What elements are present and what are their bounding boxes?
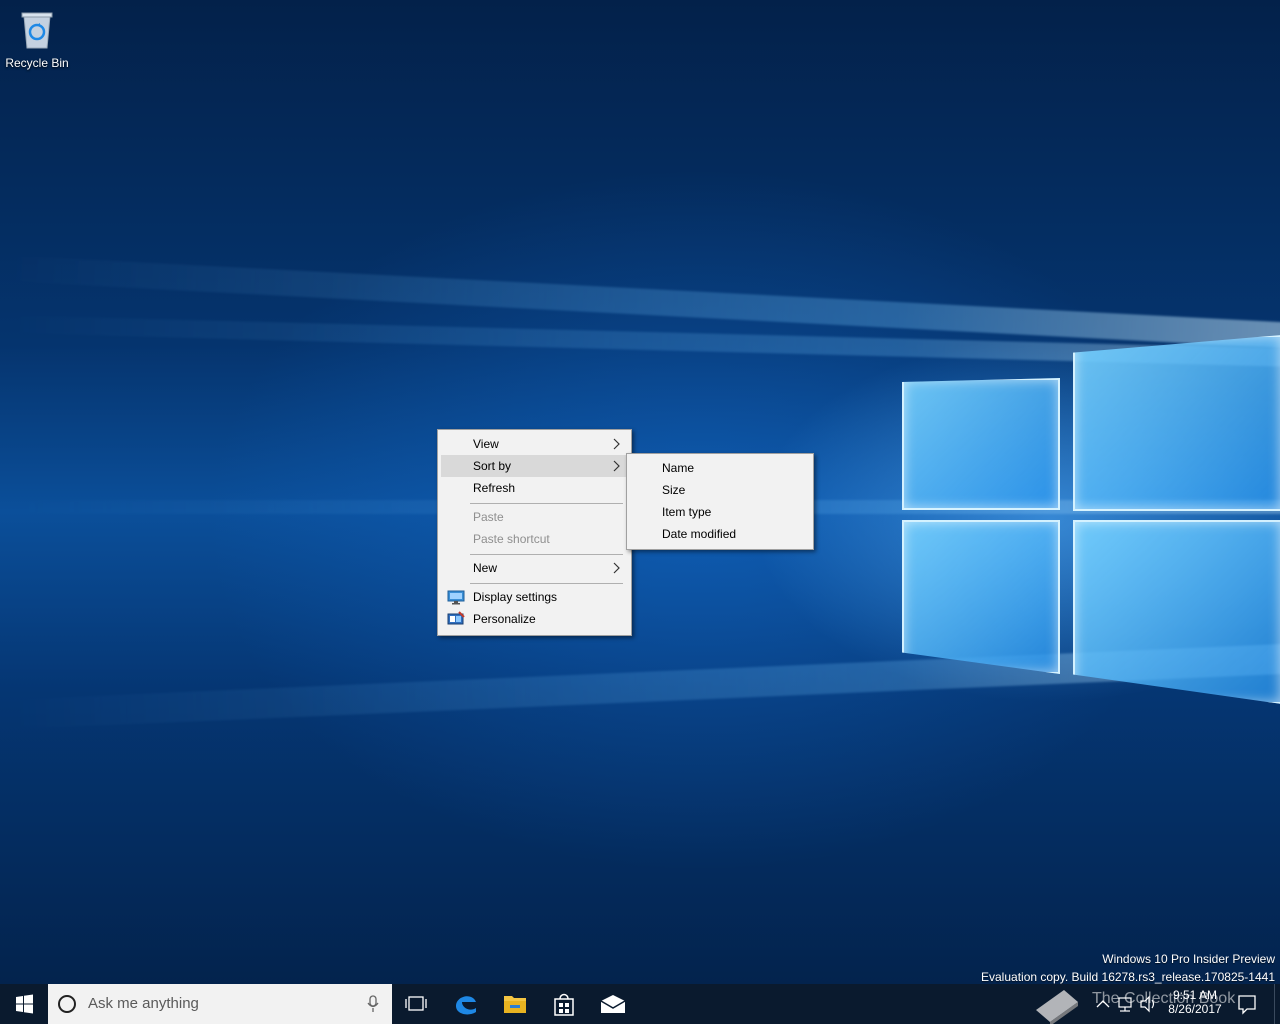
menu-item-label: Item type xyxy=(662,505,712,519)
show-hidden-icons-button[interactable] xyxy=(1092,984,1114,1024)
display-settings-icon xyxy=(447,590,465,605)
start-button[interactable] xyxy=(0,984,48,1024)
notification-icon xyxy=(1238,995,1256,1015)
menu-item-label: New xyxy=(473,561,498,575)
file-explorer-button[interactable] xyxy=(491,984,539,1024)
edge-button[interactable] xyxy=(442,984,490,1024)
clock-time: 9:51 AM xyxy=(1172,988,1218,1002)
sort-by-item-type[interactable]: Item type xyxy=(630,501,810,523)
menu-separator xyxy=(470,583,623,584)
menu-separator xyxy=(470,503,623,504)
menu-item-label: Paste shortcut xyxy=(473,532,550,546)
windows-logo-icon xyxy=(16,994,33,1014)
menu-item-label: Name xyxy=(662,461,695,475)
menu-item-sort-by[interactable]: Sort by xyxy=(441,455,628,477)
volume-button[interactable] xyxy=(1138,984,1160,1024)
cortana-search-box[interactable]: Ask me anything xyxy=(48,984,392,1024)
sort-by-size[interactable]: Size xyxy=(630,479,810,501)
recycle-bin-shortcut[interactable]: Recycle Bin xyxy=(4,6,70,76)
recycle-bin-icon xyxy=(20,8,54,49)
menu-item-paste-shortcut: Paste shortcut xyxy=(441,528,628,550)
sort-by-date-modified[interactable]: Date modified xyxy=(630,523,810,545)
book-icon xyxy=(1036,990,1078,1026)
menu-item-display-settings[interactable]: Display settings xyxy=(441,586,628,608)
menu-item-view[interactable]: View xyxy=(441,433,628,455)
menu-item-label: Refresh xyxy=(473,481,516,495)
sort-by-name[interactable]: Name xyxy=(630,457,810,479)
chevron-up-icon xyxy=(1096,1000,1110,1008)
mail-button[interactable] xyxy=(589,984,637,1024)
chevron-right-icon xyxy=(613,562,620,574)
menu-item-paste: Paste xyxy=(441,506,628,528)
action-center-button[interactable] xyxy=(1232,984,1262,1024)
menu-item-label: Display settings xyxy=(473,590,558,604)
menu-item-personalize[interactable]: Personalize xyxy=(441,608,628,630)
chevron-right-icon xyxy=(613,438,620,450)
menu-item-label: Date modified xyxy=(662,527,737,541)
watermark-build: Evaluation copy. Build 16278.rs3_release… xyxy=(981,970,1275,984)
menu-item-label: Personalize xyxy=(473,612,536,626)
build-watermark: Windows 10 Pro Insider Preview Evaluatio… xyxy=(981,950,1275,984)
network-button[interactable] xyxy=(1115,984,1137,1024)
task-view-button[interactable] xyxy=(393,984,441,1024)
desktop-context-menu: View Sort by Refresh Paste Paste shortcu… xyxy=(437,429,632,636)
edge-icon xyxy=(456,996,476,1015)
clock-button[interactable]: 9:51 AM 8/26/2017 xyxy=(1162,984,1228,1024)
menu-separator xyxy=(470,554,623,555)
menu-item-label: Size xyxy=(662,483,686,497)
mail-icon xyxy=(600,995,626,1013)
microphone-icon[interactable] xyxy=(366,995,380,1013)
search-placeholder: Ask me anything xyxy=(88,995,199,1012)
logo-pane-bottom-right xyxy=(1073,520,1280,704)
menu-item-new[interactable]: New xyxy=(441,557,628,579)
clock-date: 8/26/2017 xyxy=(1168,1002,1222,1016)
sort-by-submenu: Name Size Item type Date modified xyxy=(626,453,814,550)
menu-item-refresh[interactable]: Refresh xyxy=(441,477,628,499)
personalize-icon xyxy=(447,611,465,625)
menu-item-label: View xyxy=(473,437,499,451)
recycle-bin-label: Recycle Bin xyxy=(5,56,69,70)
watermark-edition: Windows 10 Pro Insider Preview xyxy=(1102,952,1275,966)
logo-pane-bottom-left xyxy=(902,520,1060,674)
store-button[interactable] xyxy=(540,984,588,1024)
store-icon xyxy=(554,993,574,1016)
logo-pane-top-right xyxy=(1073,335,1280,511)
chevron-right-icon xyxy=(613,460,620,472)
volume-icon xyxy=(1140,995,1155,1013)
taskbar: Ask me anything The Collection Book 9:51… xyxy=(0,984,1280,1026)
desktop[interactable]: Recycle Bin View Sort by Refresh Paste P… xyxy=(0,0,1280,984)
file-explorer-icon xyxy=(504,996,526,1013)
cortana-icon xyxy=(58,995,76,1013)
menu-item-label: Paste xyxy=(473,510,504,524)
network-icon xyxy=(1118,997,1132,1012)
watermark-book-overlay xyxy=(1030,984,1090,1026)
menu-item-label: Sort by xyxy=(473,459,512,473)
task-view-icon xyxy=(405,996,427,1011)
show-desktop-button[interactable] xyxy=(1274,984,1280,1024)
logo-pane-top-left xyxy=(902,378,1060,510)
